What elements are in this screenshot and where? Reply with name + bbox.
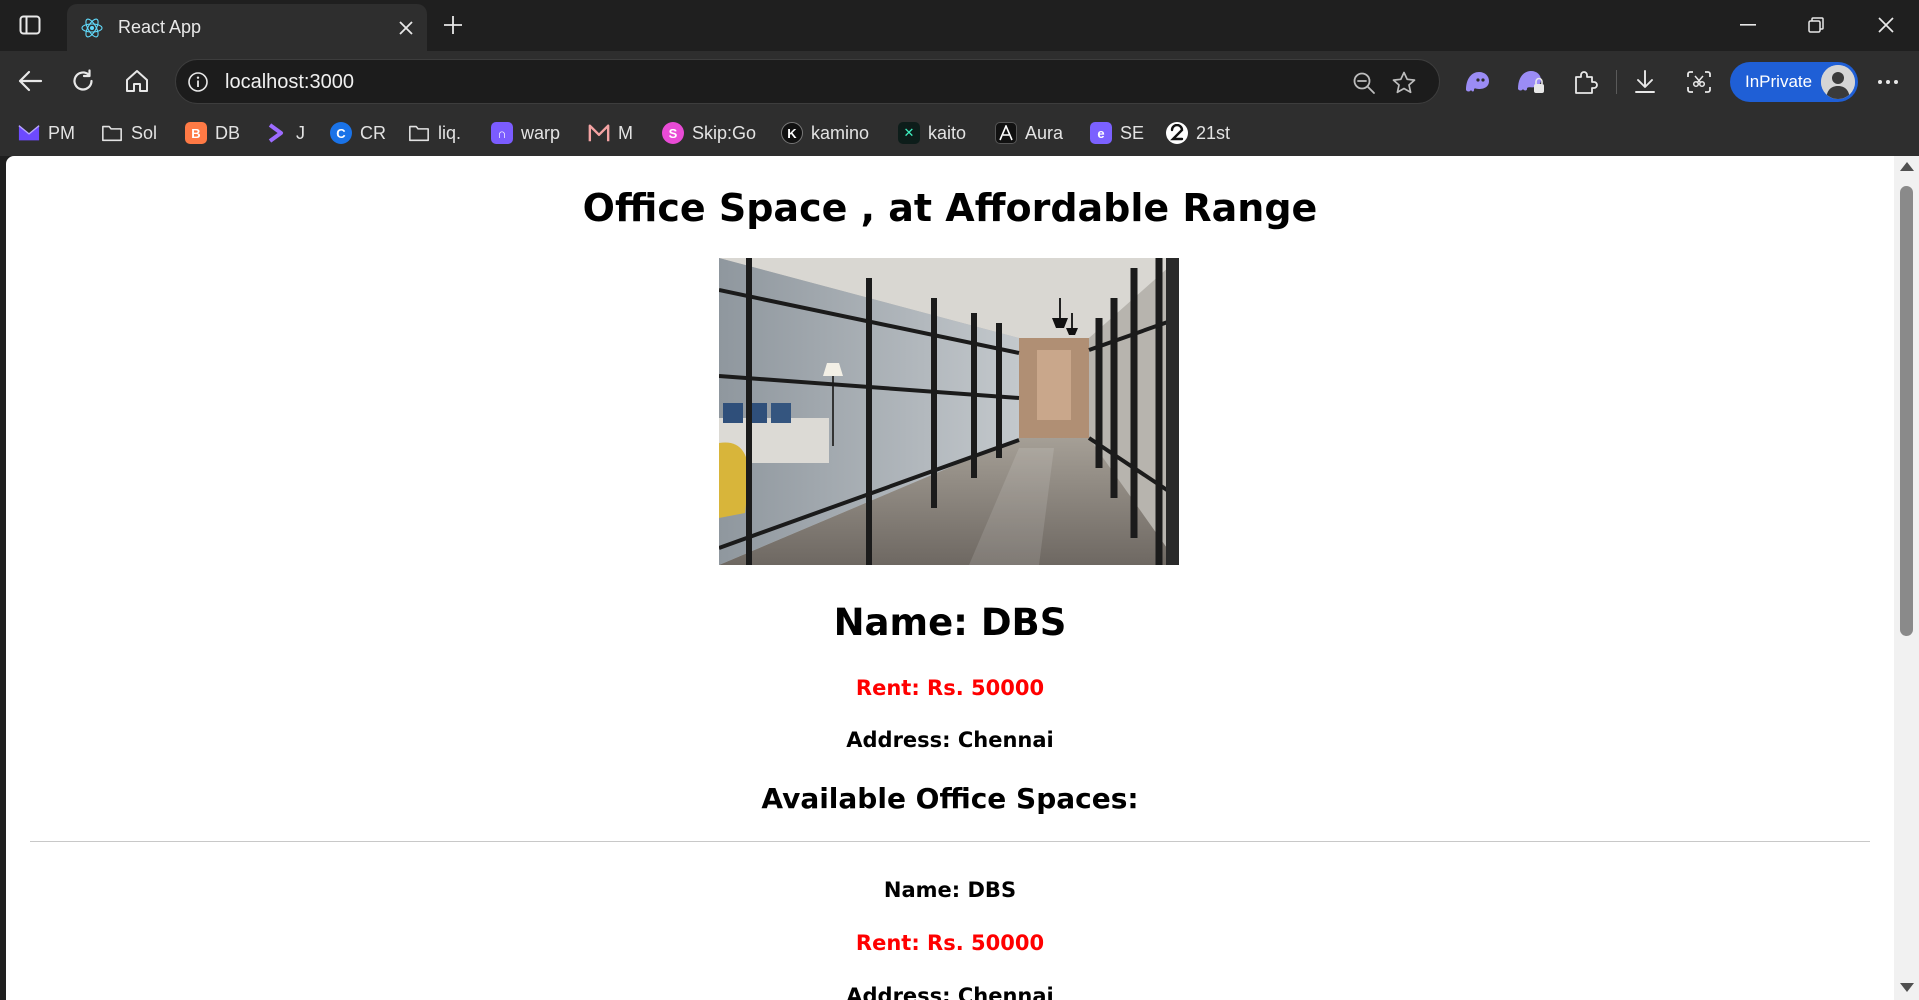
bookmark-pm[interactable]: PM: [18, 119, 75, 147]
bookmark-label: DB: [215, 122, 241, 143]
bookmark-kamino[interactable]: K kamino: [781, 119, 869, 147]
db-icon: B: [185, 122, 207, 144]
skip-icon: S: [662, 122, 684, 144]
bookmark-warp[interactable]: ∩ warp: [491, 119, 560, 147]
available-spaces-heading: Available Office Spaces:: [761, 782, 1139, 815]
folder-icon: [408, 122, 430, 144]
bookmark-db[interactable]: B DB: [185, 119, 240, 147]
bookmark-label: Aura: [1025, 122, 1064, 143]
bookmark-label: PM: [48, 122, 75, 143]
minimize-icon[interactable]: [1720, 7, 1776, 43]
tab-actions-icon[interactable]: [12, 10, 48, 40]
se-icon: e: [1090, 122, 1112, 144]
bookmark-label: CR: [360, 122, 386, 143]
scrollbar-thumb[interactable]: [1900, 186, 1913, 636]
more-options-icon[interactable]: [1870, 65, 1906, 99]
screenshot-icon[interactable]: [1682, 65, 1716, 99]
scroll-down-arrow-icon[interactable]: [1900, 983, 1914, 992]
bookmark-label: M: [618, 122, 633, 143]
folder-icon: [101, 122, 123, 144]
bookmark-label: Skip:Go: [692, 122, 757, 143]
bookmark-j[interactable]: J: [266, 119, 305, 147]
kamino-icon: K: [781, 122, 803, 144]
list-item-address: Address: Chennai: [846, 984, 1054, 1000]
ghost-extension-icon[interactable]: [1460, 65, 1494, 99]
bookmark-label: Sol: [131, 122, 158, 143]
browser-toolbar: localhost:3000 InPrivate: [0, 51, 1919, 111]
close-tab-icon[interactable]: [391, 13, 421, 43]
bookmark-label: J: [296, 122, 305, 143]
list-item-name: Name: DBS: [883, 878, 1017, 902]
bookmark-liq[interactable]: liq.: [408, 119, 461, 147]
bookmark-aura[interactable]: Aura: [995, 119, 1063, 147]
active-tab[interactable]: React App: [67, 4, 427, 51]
office-address: Address: Chennai: [846, 728, 1054, 752]
21st-icon: [1166, 122, 1188, 144]
restore-icon[interactable]: [1788, 7, 1844, 43]
divider: [30, 841, 1870, 842]
bookmark-label: 21st: [1196, 122, 1231, 143]
m-icon: [588, 122, 610, 144]
bookmark-label: kaito: [928, 122, 967, 143]
extensions-puzzle-icon[interactable]: [1568, 65, 1602, 99]
vertical-scrollbar[interactable]: [1894, 156, 1919, 1000]
bookmark-21st[interactable]: 21st: [1166, 119, 1230, 147]
office-image: [719, 258, 1179, 565]
react-icon: [80, 16, 104, 40]
new-tab-icon[interactable]: [437, 9, 469, 41]
bookmarks-bar: PM Sol B DB J C CR liq. ∩ warp M S Skip:…: [0, 111, 1919, 156]
tab-title: React App: [118, 17, 202, 37]
bookmark-skip-go[interactable]: S Skip:Go: [662, 119, 756, 147]
inprivate-profile-button[interactable]: InPrivate: [1730, 62, 1858, 102]
bookmark-m[interactable]: M: [588, 119, 633, 147]
cr-icon: C: [330, 122, 352, 144]
page-title: Office Space , at Affordable Range: [582, 186, 1318, 230]
reload-icon[interactable]: [65, 63, 101, 99]
aura-icon: [995, 122, 1017, 144]
list-item-rent: Rent: Rs. 50000: [855, 931, 1045, 955]
bookmark-sol[interactable]: Sol: [101, 119, 157, 147]
close-window-icon[interactable]: [1858, 7, 1914, 43]
tab-strip: React App: [0, 0, 1919, 51]
inprivate-label: InPrivate: [1745, 72, 1813, 91]
proton-mail-icon: [18, 122, 40, 144]
bookmark-label: SE: [1120, 122, 1145, 143]
bookmark-label: kamino: [811, 122, 870, 143]
favorite-star-icon[interactable]: [1390, 69, 1418, 97]
page-viewport: Office Space , at Affordable Range Name:…: [6, 156, 1894, 1000]
jupiter-icon: [266, 122, 288, 144]
zoom-out-icon[interactable]: [1350, 69, 1378, 97]
bookmark-cr[interactable]: C CR: [330, 119, 386, 147]
scroll-up-arrow-icon[interactable]: [1900, 162, 1914, 171]
bookmark-label: warp: [521, 122, 561, 143]
downloads-icon[interactable]: [1628, 65, 1662, 99]
bookmark-kaito[interactable]: ✕ kaito: [898, 119, 966, 147]
back-icon[interactable]: [12, 63, 48, 99]
office-rent: Rent: Rs. 50000: [855, 676, 1045, 700]
site-info-icon[interactable]: [186, 70, 210, 94]
office-name-heading: Name: DBS: [833, 601, 1067, 644]
url-text[interactable]: localhost:3000: [225, 71, 354, 94]
home-icon[interactable]: [119, 63, 155, 99]
bookmark-se[interactable]: e SE: [1090, 119, 1144, 147]
kaito-icon: ✕: [898, 122, 920, 144]
warp-icon: ∩: [491, 122, 513, 144]
bookmark-label: liq.: [438, 122, 462, 143]
toolbar-separator: [1616, 70, 1617, 94]
avatar: [1821, 65, 1855, 99]
ghost-lock-extension-icon[interactable]: [1514, 65, 1548, 99]
address-bar[interactable]: localhost:3000: [175, 59, 1440, 104]
